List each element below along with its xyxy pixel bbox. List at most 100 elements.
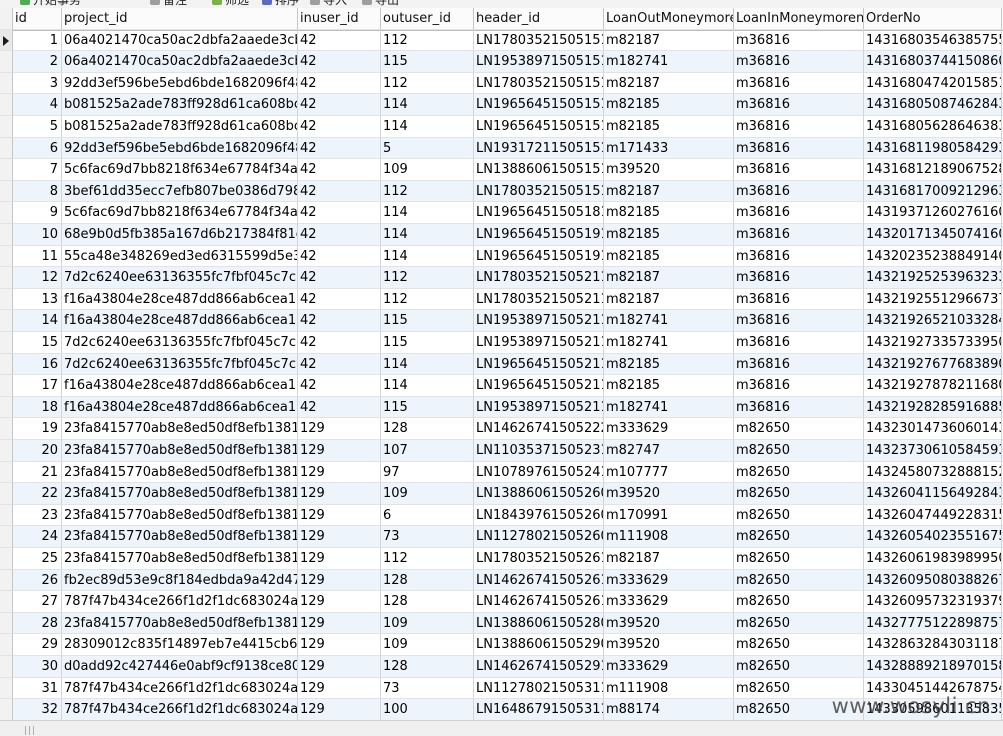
table-row[interactable]: 15 7d2c6240ee63136355fc7fbf045c7cb 42 115 LN… xyxy=(0,332,1003,354)
cell-loanin-moneymore[interactable]: m82650 xyxy=(734,548,864,570)
table-row[interactable]: 4 b081525a2ade783ff928d61ca608bc0 42 114 LN1… xyxy=(0,94,1003,116)
table-row[interactable]: 8 3bef61dd35ecc7efb807be0386d798 42 112 LN17… xyxy=(0,180,1003,203)
cell-outuser-id[interactable]: 114 xyxy=(381,353,474,376)
row-selector[interactable] xyxy=(0,159,13,181)
cell-loanin-moneymore[interactable]: m36816 xyxy=(734,245,864,268)
cell-outuser-id[interactable]: 112 xyxy=(381,288,474,311)
cell-project-id[interactable]: fb2ec89d53e9c8f184edbda9a42d472 xyxy=(62,569,298,592)
cell-orderno[interactable]: 14326041156492843 xyxy=(864,483,1002,505)
table-row[interactable]: 20 23fa8415770ab8e8ed50df8efb1381c 129 107 L… xyxy=(0,440,1003,462)
cell-outuser-id[interactable]: 128 xyxy=(381,591,474,613)
cell-loanout-moneymore[interactable]: m107777 xyxy=(604,461,734,484)
cell-orderno[interactable]: 14316805628646383 xyxy=(864,116,1002,138)
cell-inuser-id[interactable]: 42 xyxy=(298,94,381,116)
column-header-inuser-id[interactable]: inuser_id xyxy=(298,8,381,30)
cell-outuser-id[interactable]: 109 xyxy=(381,483,474,505)
cell-inuser-id[interactable]: 42 xyxy=(298,332,381,354)
row-selector[interactable] xyxy=(0,656,13,678)
cell-inuser-id[interactable]: 42 xyxy=(298,116,381,138)
cell-outuser-id[interactable]: 114 xyxy=(381,224,474,246)
cell-id[interactable]: 20 xyxy=(13,440,62,462)
cell-orderno[interactable]: 14326095080388267 xyxy=(864,569,1002,592)
cell-orderno[interactable]: 14326054023551675 xyxy=(864,526,1002,548)
row-selector[interactable] xyxy=(0,245,13,268)
cell-loanout-moneymore[interactable]: m182741 xyxy=(604,51,734,73)
cell-project-id[interactable]: 787f47b434ce266f1d2f1dc683024a6 xyxy=(62,677,298,700)
cell-orderno[interactable]: 14328632843031187 xyxy=(864,634,1002,656)
cell-loanout-moneymore[interactable]: m82185 xyxy=(604,224,734,246)
cell-inuser-id[interactable]: 129 xyxy=(298,504,381,527)
row-selector[interactable] xyxy=(0,440,13,462)
cell-orderno[interactable]: 14321927335733950 xyxy=(864,332,1002,354)
cell-inuser-id[interactable]: 42 xyxy=(298,396,381,419)
cell-header-id[interactable]: LN19656451505191 xyxy=(474,245,604,268)
cell-orderno[interactable]: 14316803546385755 xyxy=(864,29,1002,52)
cell-inuser-id[interactable]: 129 xyxy=(298,612,381,635)
cell-loanout-moneymore[interactable]: m82187 xyxy=(604,288,734,311)
row-selector[interactable] xyxy=(0,483,13,505)
table-row[interactable]: 23 23fa8415770ab8e8ed50df8efb1381c 129 6 LN1… xyxy=(0,504,1003,527)
table-row[interactable]: 25 23fa8415770ab8e8ed50df8efb1381c 129 112 L… xyxy=(0,548,1003,570)
cell-loanout-moneymore[interactable]: m82185 xyxy=(604,353,734,376)
cell-id[interactable]: 30 xyxy=(13,656,62,678)
cell-loanout-moneymore[interactable]: m82185 xyxy=(604,94,734,116)
cell-loanout-moneymore[interactable]: m39520 xyxy=(604,612,734,635)
cell-loanout-moneymore[interactable]: m82187 xyxy=(604,267,734,289)
cell-header-id[interactable]: LN19656451505151 xyxy=(474,94,604,116)
row-selector[interactable] xyxy=(0,288,13,311)
row-selector[interactable] xyxy=(0,72,13,95)
cell-header-id[interactable]: LN18439761505260 xyxy=(474,504,604,527)
cell-outuser-id[interactable]: 112 xyxy=(381,267,474,289)
row-selector[interactable] xyxy=(0,634,13,656)
cell-loanin-moneymore[interactable]: m36816 xyxy=(734,310,864,332)
cell-loanin-moneymore[interactable]: m82650 xyxy=(734,569,864,592)
cell-header-id[interactable]: LN14626741505261 xyxy=(474,569,604,592)
cell-loanout-moneymore[interactable]: m333629 xyxy=(604,569,734,592)
cell-loanout-moneymore[interactable]: m82185 xyxy=(604,116,734,138)
table-row[interactable]: 11 55ca48e348269ed3ed6315599d5e3c 42 114 LN1… xyxy=(0,245,1003,268)
table-row[interactable]: 28 23fa8415770ab8e8ed50df8efb1381c 129 109 L… xyxy=(0,612,1003,635)
cell-loanin-moneymore[interactable]: m36816 xyxy=(734,288,864,311)
cell-orderno[interactable]: 14321925512966737 xyxy=(864,288,1002,311)
cell-orderno[interactable]: 14320235238849140 xyxy=(864,245,1002,268)
cell-orderno[interactable]: 14316803744150860 xyxy=(864,51,1002,73)
column-header-orderno[interactable]: OrderNo xyxy=(864,8,1002,30)
toolbar-transaction-button[interactable]: 开始事务 xyxy=(20,0,81,7)
cell-id[interactable]: 1 xyxy=(13,29,62,52)
cell-id[interactable]: 16 xyxy=(13,353,62,376)
cell-orderno[interactable]: 14316817009212963 xyxy=(864,180,1002,203)
row-selector[interactable] xyxy=(0,29,13,52)
cell-loanin-moneymore[interactable]: m82650 xyxy=(734,634,864,656)
cell-header-id[interactable]: LN19656451505191 xyxy=(474,224,604,246)
cell-outuser-id[interactable]: 112 xyxy=(381,72,474,95)
cell-id[interactable]: 24 xyxy=(13,526,62,548)
cell-outuser-id[interactable]: 114 xyxy=(381,202,474,224)
cell-header-id[interactable]: LN17803521505151 xyxy=(474,72,604,95)
table-row[interactable]: 16 7d2c6240ee63136355fc7fbf045c7cb 42 114 LN… xyxy=(0,353,1003,376)
table-row[interactable]: 21 23fa8415770ab8e8ed50df8efb1381c 129 97 LN… xyxy=(0,461,1003,484)
cell-id[interactable]: 25 xyxy=(13,548,62,570)
row-selector[interactable] xyxy=(0,267,13,289)
cell-outuser-id[interactable]: 128 xyxy=(381,569,474,592)
cell-project-id[interactable]: 68e9b0d5fb385a167d6b217384f81c xyxy=(62,224,298,246)
cell-loanout-moneymore[interactable]: m182741 xyxy=(604,396,734,419)
cell-header-id[interactable]: LN17803521505151 xyxy=(474,180,604,203)
cell-inuser-id[interactable]: 42 xyxy=(298,288,381,311)
cell-outuser-id[interactable]: 73 xyxy=(381,677,474,700)
cell-loanout-moneymore[interactable]: m111908 xyxy=(604,526,734,548)
cell-outuser-id[interactable]: 97 xyxy=(381,461,474,484)
cell-loanin-moneymore[interactable]: m36816 xyxy=(734,353,864,376)
cell-project-id[interactable]: 7d2c6240ee63136355fc7fbf045c7cb xyxy=(62,353,298,376)
cell-inuser-id[interactable]: 42 xyxy=(298,267,381,289)
cell-project-id[interactable]: 787f47b434ce266f1d2f1dc683024a6 xyxy=(62,591,298,613)
cell-project-id[interactable]: 92dd3ef596be5ebd6bde1682096f48 xyxy=(62,72,298,95)
cell-project-id[interactable]: f16a43804e28ce487dd866ab6cea121 xyxy=(62,375,298,397)
cell-id[interactable]: 13 xyxy=(13,288,62,311)
toolbar-sort-button[interactable]: 排序 xyxy=(262,0,299,7)
cell-loanin-moneymore[interactable]: m82650 xyxy=(734,526,864,548)
cell-loanout-moneymore[interactable]: m111908 xyxy=(604,677,734,700)
cell-inuser-id[interactable]: 42 xyxy=(298,245,381,268)
cell-inuser-id[interactable]: 129 xyxy=(298,634,381,656)
cell-loanout-moneymore[interactable]: m82747 xyxy=(604,440,734,462)
row-selector[interactable] xyxy=(0,591,13,613)
